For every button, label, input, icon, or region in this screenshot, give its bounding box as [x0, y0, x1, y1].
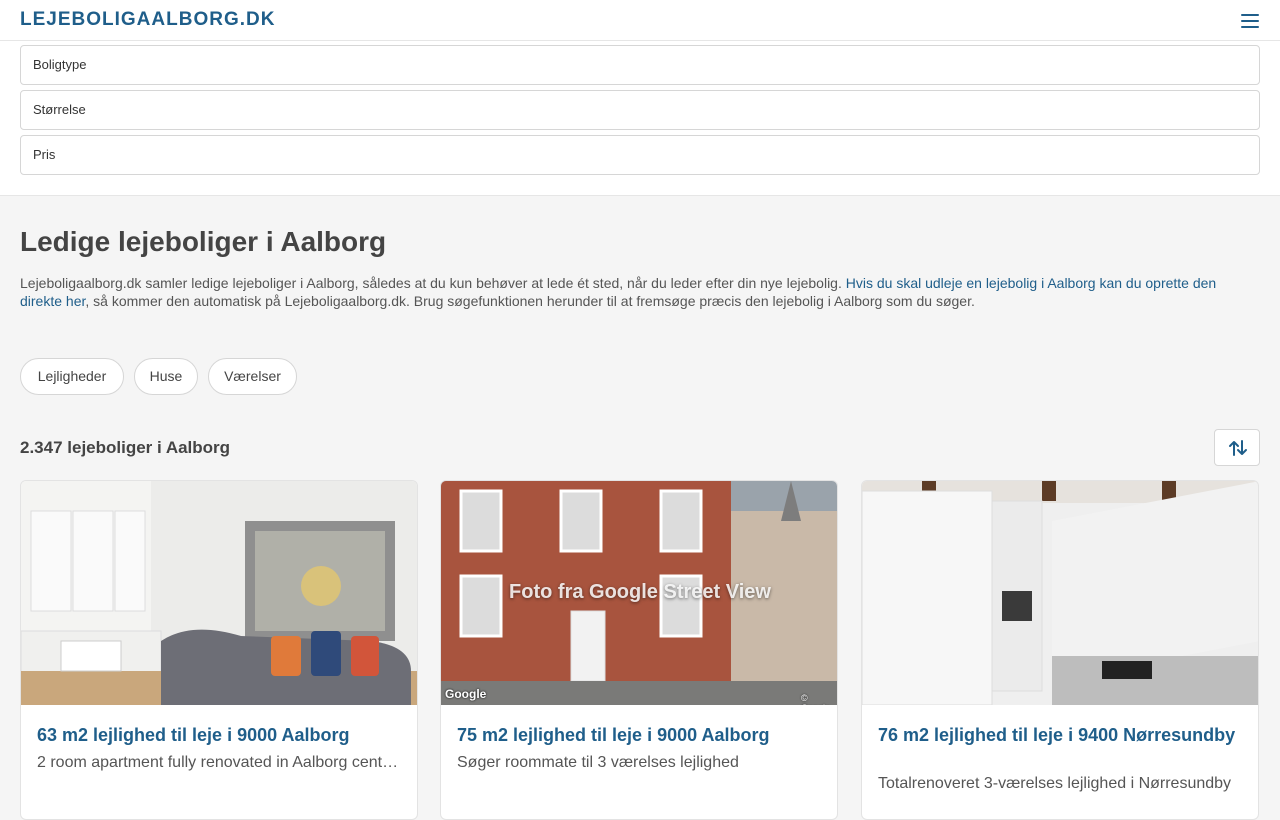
listing-card[interactable]: Foto fra Google Street View Google © Goo… [440, 480, 838, 820]
hamburger-icon [1241, 14, 1259, 16]
intro-text: Lejeboligaalborg.dk samler ledige lejebo… [20, 274, 1260, 310]
listing-card[interactable]: 63 m2 lejlighed til leje i 9000 Aalborg … [20, 480, 418, 820]
street-view-label: Foto fra Google Street View [509, 581, 771, 603]
menu-button[interactable] [1238, 10, 1262, 32]
intro-text-start: Lejeboligaalborg.dk samler ledige lejebo… [20, 275, 846, 291]
listing-photo [21, 481, 417, 705]
sort-arrows-icon [1229, 440, 1247, 456]
result-count: 2.347 lejeboliger i Aalborg [20, 438, 231, 457]
top-bar: LEJEBOLIGAALBORG.DK [0, 0, 1280, 41]
listing-description: 2 room apartment fully renovated in Aalb… [37, 754, 403, 771]
chip-vaerelser[interactable]: Værelser [208, 358, 297, 395]
listing-photo: Foto fra Google Street View Google © Goo… [441, 481, 837, 705]
page-title: Ledige lejeboliger i Aalborg [20, 226, 387, 257]
chip-lejligheder[interactable]: Lejligheder [20, 358, 124, 395]
filter-boligtype[interactable]: Boligtype [20, 45, 1260, 85]
filter-pris[interactable]: Pris [20, 135, 1260, 175]
intro-text-end: , så kommer den automatisk på Lejeboliga… [85, 293, 975, 309]
listing-title[interactable]: 75 m2 lejlighed til leje i 9000 Aalborg [457, 725, 823, 746]
listing-card[interactable]: 76 m2 lejlighed til leje i 9400 Nørresun… [861, 480, 1259, 820]
google-copyright: © Google [801, 693, 830, 705]
filter-stoerrelse[interactable]: Størrelse [20, 90, 1260, 130]
google-watermark: Google [445, 687, 487, 701]
sort-button[interactable] [1214, 429, 1260, 466]
listing-description: Søger roommate til 3 værelses lejlighed [457, 754, 739, 771]
hamburger-icon-line [1241, 20, 1259, 22]
chip-huse[interactable]: Huse [134, 358, 198, 395]
listing-title[interactable]: 76 m2 lejlighed til leje i 9400 Nørresun… [878, 725, 1244, 746]
listing-title[interactable]: 63 m2 lejlighed til leje i 9000 Aalborg [37, 725, 403, 746]
filter-panel: Boligtype Størrelse Pris [0, 41, 1280, 196]
site-logo[interactable]: LEJEBOLIGAALBORG.DK [20, 9, 275, 31]
hamburger-icon-line [1241, 26, 1259, 28]
listing-description: Totalrenoveret 3-værelses lejlighed i Nø… [878, 775, 1232, 792]
listing-photo [862, 481, 1258, 705]
